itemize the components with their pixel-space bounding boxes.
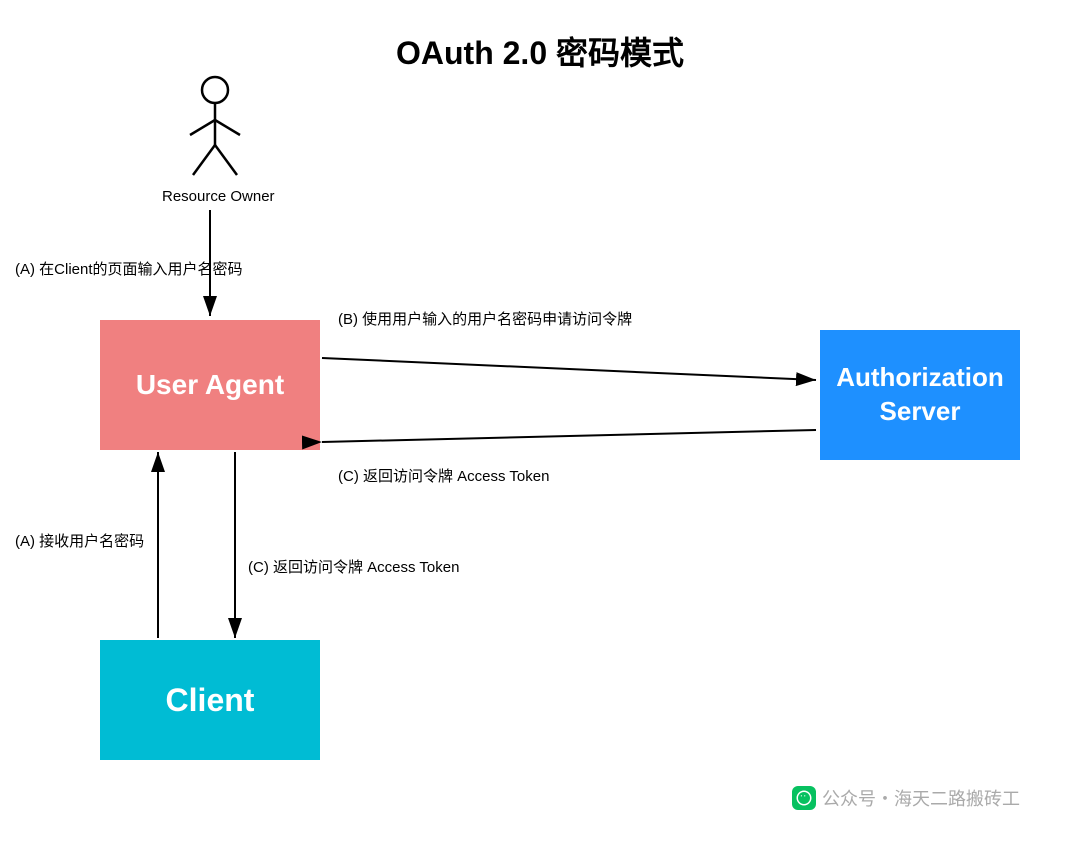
watermark-text: 公众号・海天二路搬砖工 — [822, 785, 1020, 811]
user-agent-label: User Agent — [136, 369, 284, 401]
auth-server-box: AuthorizationServer — [820, 330, 1020, 460]
step-a1-label: (A) 在Client的页面输入用户名密码 — [15, 258, 243, 279]
watermark: 公众号・海天二路搬砖工 — [792, 785, 1020, 811]
resource-owner-label: Resource Owner — [162, 188, 275, 205]
step-a2-label: (A) 接收用户名密码 — [15, 530, 144, 551]
page-title: OAuth 2.0 密码模式 — [396, 28, 684, 74]
auth-server-label: AuthorizationServer — [836, 361, 1004, 429]
step-b-label: (B) 使用用户输入的用户名密码申请访问令牌 — [338, 308, 632, 329]
wechat-icon — [792, 786, 816, 810]
diagram-container: OAuth 2.0 密码模式 Resource Owner User Agent… — [0, 0, 1080, 841]
client-label: Client — [166, 682, 255, 719]
user-agent-box: User Agent — [100, 320, 320, 450]
step-c2-label: (C) 返回访问令牌 Access Token — [248, 556, 459, 577]
stick-figure-icon — [185, 75, 245, 185]
client-box: Client — [100, 640, 320, 760]
step-c1-label: (C) 返回访问令牌 Access Token — [338, 465, 549, 486]
